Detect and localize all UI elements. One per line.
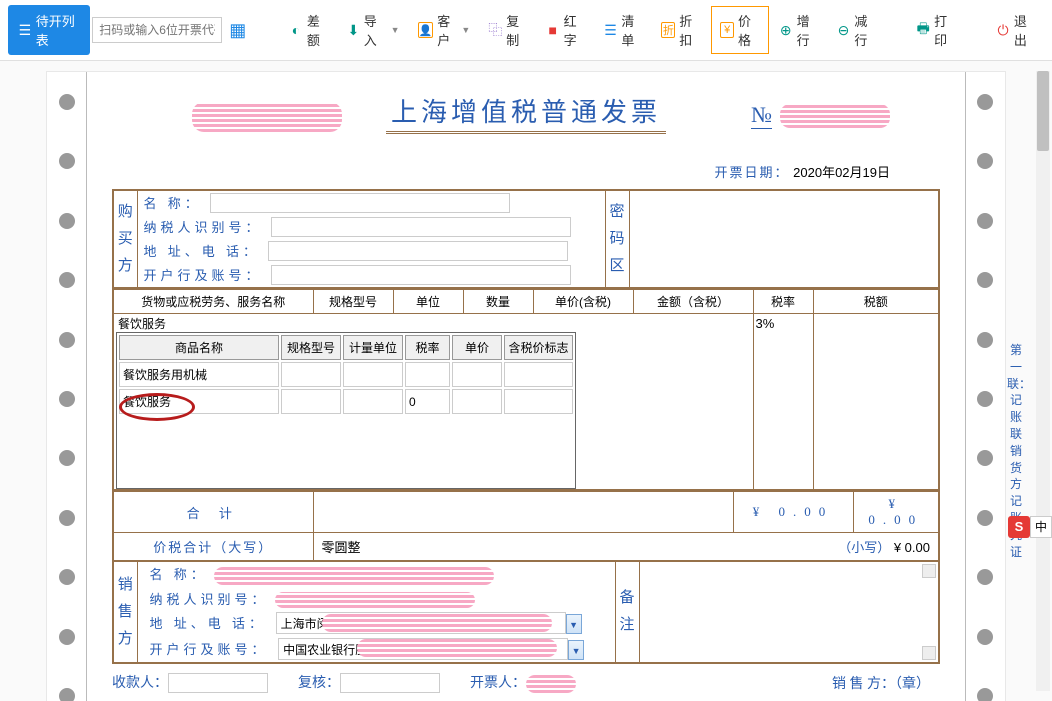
redacted-seller-taxid xyxy=(275,592,475,608)
remark-area[interactable] xyxy=(639,562,939,663)
red-button[interactable]: ■红字 xyxy=(538,7,594,53)
pending-list-button[interactable]: ☰ 待开列表 xyxy=(8,5,90,55)
totals-table: 合 计 ¥ 0.00 ¥ 0.00 价税合计（大写） 零圆整 （小写） ¥ 0.… xyxy=(112,491,940,562)
chevron-down-icon: ▼ xyxy=(461,25,470,35)
invoice-date: 开票日期： 2020年02月19日 xyxy=(112,162,890,181)
seller-stamp-label: 销 售 方：（章） xyxy=(832,673,930,693)
invoice-header: 上海增值税普通发票 № xyxy=(112,92,940,142)
diff-button[interactable]: ◐差额 xyxy=(281,7,337,53)
customer-button[interactable]: 👤客户▼ xyxy=(410,7,479,53)
col-name: 货物或应税劳务、服务名称 xyxy=(113,290,313,314)
add-icon: ⊕ xyxy=(779,22,793,38)
circled-mark: 餐饮服务 xyxy=(123,395,171,409)
buyer-taxid-input[interactable] xyxy=(271,217,571,237)
print-button[interactable]: 🖶打印 xyxy=(908,7,964,53)
perforation-right xyxy=(965,72,1005,701)
remark-vlabel: 备注 xyxy=(615,562,639,663)
footer-row: 收款人： 复核： 开票人： 销 售 方：（章） xyxy=(112,672,940,693)
buyer-table: 购买方 名 称： 密码区 纳税人识别号： 地 址、电 话： 开户行及账号： xyxy=(112,189,940,289)
exit-icon: ⏻ xyxy=(996,22,1010,38)
buyer-addr-input[interactable] xyxy=(268,241,568,261)
scroll-up-icon[interactable] xyxy=(922,564,936,578)
dropdown-row[interactable]: 餐饮服务 0 xyxy=(119,389,573,414)
goods-row: 商品名称 规格型号 计量单位 税率 单价 含税价标志 餐饮服务用机械 xyxy=(113,314,939,491)
heji-label: 合 计 xyxy=(113,492,313,533)
col-tax: 税额 xyxy=(813,290,939,314)
perforation-left xyxy=(47,72,87,701)
col-rate: 税率 xyxy=(753,290,813,314)
list-icon: ☰ xyxy=(18,22,32,38)
cap-value: 零圆整 xyxy=(322,540,361,555)
ime-badge[interactable]: S 中 xyxy=(1008,516,1052,538)
checker-input[interactable] xyxy=(340,673,440,693)
price-button[interactable]: ¥价格 xyxy=(711,6,769,54)
col-amount: 金额（含税） xyxy=(633,290,753,314)
col-unit: 单位 xyxy=(393,290,463,314)
redacted-seller-name xyxy=(214,567,494,585)
total-tax: ¥ 0.00 xyxy=(853,492,939,533)
dropdown-row[interactable]: 餐饮服务用机械 xyxy=(119,362,573,387)
qrcode-icon[interactable]: ▦ xyxy=(228,19,247,41)
vertical-scrollbar[interactable] xyxy=(1036,71,1050,691)
redacted-seller-bank xyxy=(357,639,557,657)
toolbar: ☰ 待开列表 ▦ ◐差额 ⬇导入▼ 👤客户▼ ⿻复制 ■红字 ☰清单 折折扣 ¥… xyxy=(0,0,1052,61)
search-input[interactable] xyxy=(92,17,222,43)
col-qty: 数量 xyxy=(463,290,533,314)
invoice-paper: 上海增值税普通发票 № 开票日期： 2020年02月19日 购买方 名 称： 密… xyxy=(46,71,1006,701)
small-value: ¥ 0.00 xyxy=(894,540,930,555)
red-icon: ■ xyxy=(546,22,560,38)
del-row-button[interactable]: ⊖减行 xyxy=(829,7,885,53)
discount-button[interactable]: 折折扣 xyxy=(653,7,709,53)
password-vlabel: 密码区 xyxy=(605,190,629,288)
price-icon: ¥ xyxy=(720,22,734,38)
total-amount: ¥ 0.00 xyxy=(733,492,853,533)
ime-s-icon: S xyxy=(1008,516,1030,538)
goods-rate-cell[interactable]: 3% xyxy=(753,314,813,491)
main-area: 上海增值税普通发票 № 开票日期： 2020年02月19日 购买方 名 称： 密… xyxy=(0,61,1052,701)
small-label: （小写） xyxy=(838,540,890,555)
buyer-vlabel: 购买方 xyxy=(113,190,137,288)
discount-icon: 折 xyxy=(661,22,675,38)
goods-dropdown: 商品名称 规格型号 计量单位 税率 单价 含税价标志 餐饮服务用机械 xyxy=(116,332,576,489)
redacted-stamp-left xyxy=(192,102,342,132)
redacted-drawer xyxy=(526,675,576,693)
payee-input[interactable] xyxy=(168,673,268,693)
redacted-invoice-no xyxy=(780,104,890,128)
import-icon: ⬇ xyxy=(347,22,360,38)
seller-vlabel: 销售方 xyxy=(113,562,137,663)
redacted-seller-addr xyxy=(322,614,552,632)
exit-button[interactable]: ⏻退出 xyxy=(988,7,1044,53)
import-button[interactable]: ⬇导入▼ xyxy=(339,7,408,53)
diff-icon: ◐ xyxy=(289,22,303,38)
buyer-bank-input[interactable] xyxy=(271,265,571,285)
pending-list-label: 待开列表 xyxy=(36,11,81,49)
col-spec: 规格型号 xyxy=(313,290,393,314)
customer-icon: 👤 xyxy=(418,22,434,38)
list-button[interactable]: ☰清单 xyxy=(596,7,652,53)
goods-table: 货物或应税劳务、服务名称 规格型号 单位 数量 单价(含税) 金额（含税） 税率… xyxy=(112,289,940,491)
add-row-button[interactable]: ⊕增行 xyxy=(771,7,827,53)
del-icon: ⊖ xyxy=(837,22,851,38)
copy-icon: ⿻ xyxy=(488,22,502,38)
dropdown-icon[interactable]: ▼ xyxy=(566,614,582,634)
print-icon: 🖶 xyxy=(916,22,930,38)
date-value: 2020年02月19日 xyxy=(793,165,890,180)
dropdown-icon[interactable]: ▼ xyxy=(568,640,584,660)
password-area xyxy=(629,190,939,288)
col-price: 单价(含税) xyxy=(533,290,633,314)
goods-name-input[interactable] xyxy=(114,314,314,332)
ime-cn-icon: 中 xyxy=(1030,516,1052,538)
invoice-number: № xyxy=(751,102,890,129)
copy-button[interactable]: ⿻复制 xyxy=(480,7,536,53)
buyer-name-input[interactable] xyxy=(210,193,510,213)
chevron-down-icon: ▼ xyxy=(391,25,400,35)
invoice-no-label: № xyxy=(751,102,772,129)
listview-icon: ☰ xyxy=(604,22,618,38)
scroll-down-icon[interactable] xyxy=(922,646,936,660)
cap-label: 价税合计（大写） xyxy=(113,533,313,562)
